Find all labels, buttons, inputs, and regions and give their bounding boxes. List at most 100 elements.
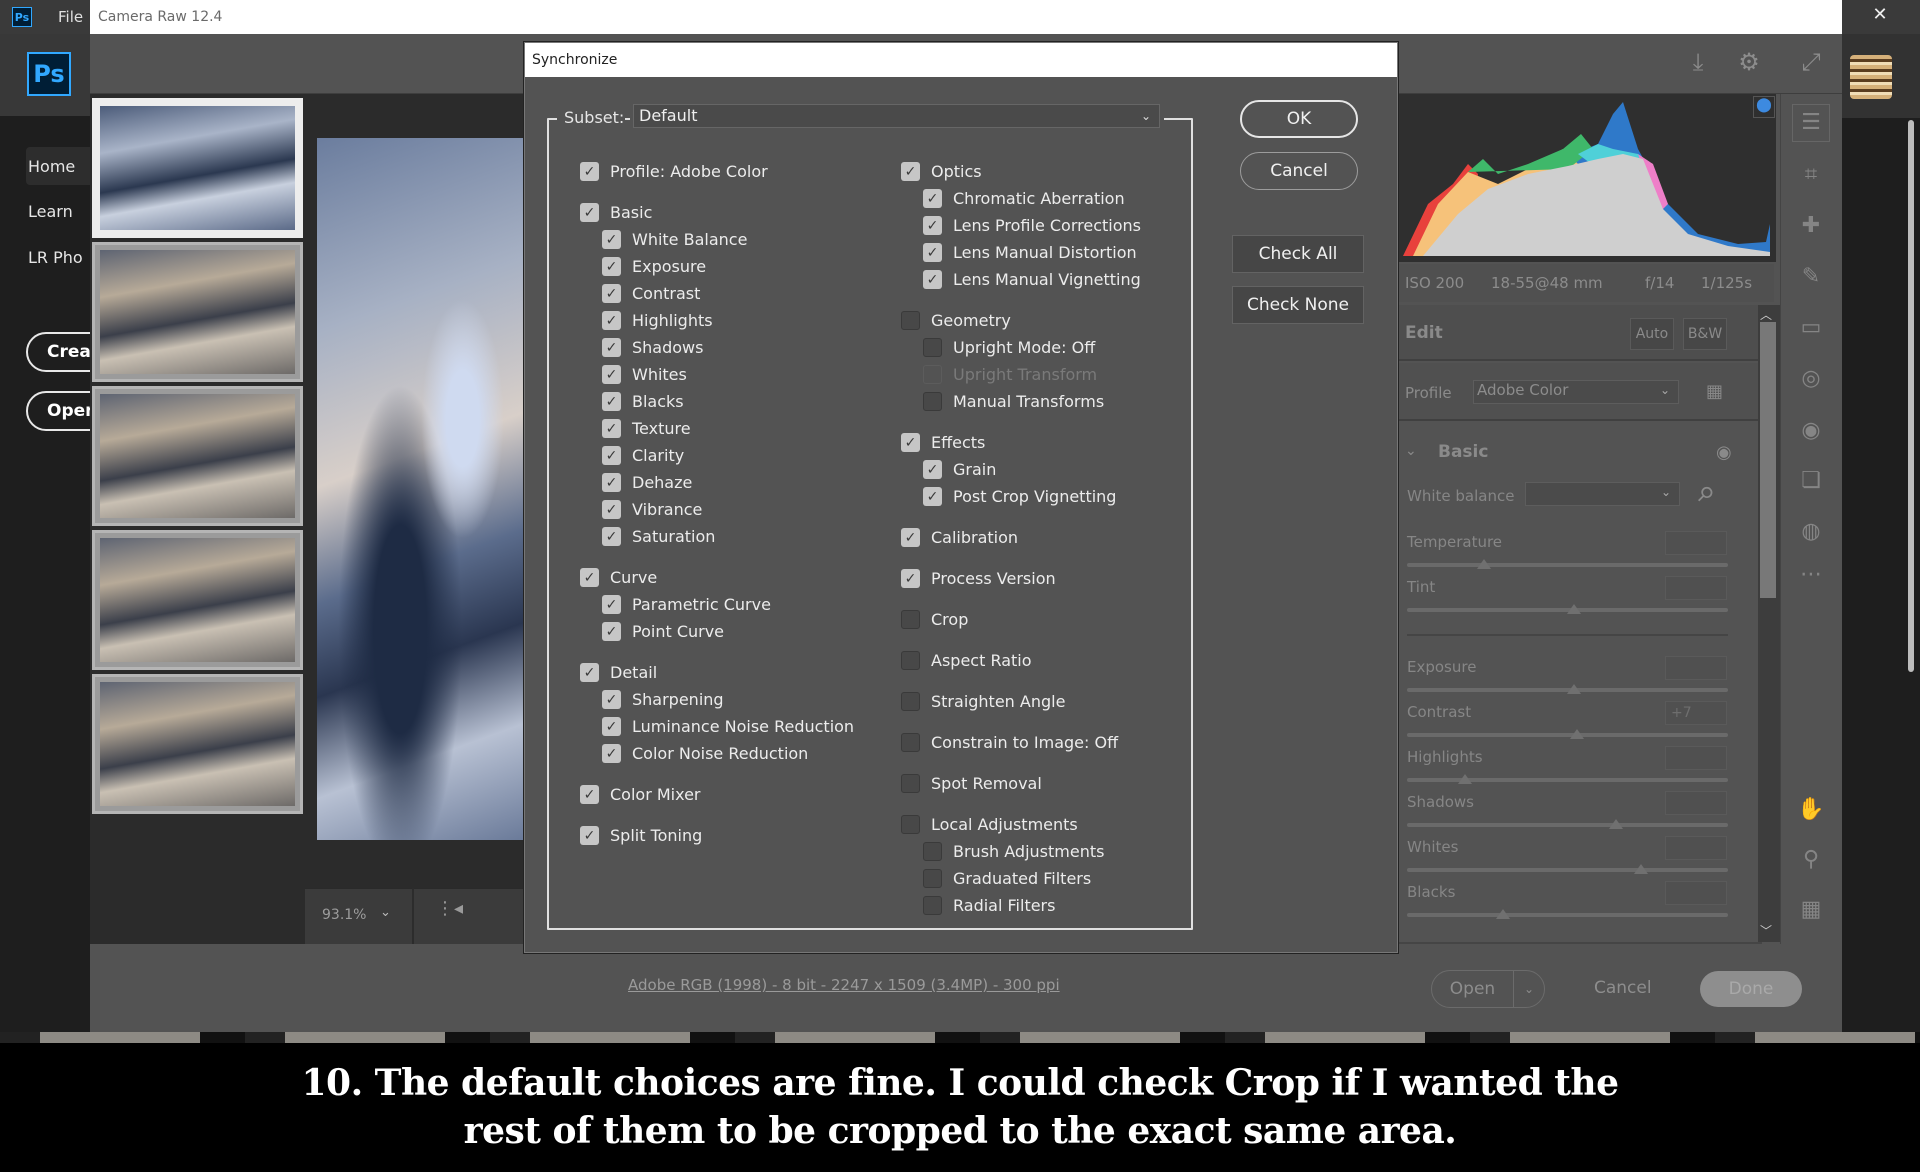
slider-thumb[interactable] <box>1566 684 1581 694</box>
slider-track[interactable] <box>1407 868 1728 872</box>
sync-checkbox[interactable]: ✓ Lens Manual Vignetting <box>923 270 1141 289</box>
checkbox-empty[interactable] <box>923 392 942 411</box>
checkbox-empty[interactable] <box>901 610 920 629</box>
checkmark-icon[interactable]: ✓ <box>602 311 621 330</box>
slider-thumb[interactable] <box>1496 909 1511 919</box>
ok-button[interactable]: OK <box>1240 100 1358 138</box>
sync-checkbox[interactable]: ✓ Parametric Curve <box>602 595 771 614</box>
sync-checkbox[interactable]: ✓ Lens Profile Corrections <box>923 216 1141 235</box>
slider-value-field[interactable] <box>1665 576 1727 600</box>
sync-checkbox[interactable]: ✓ Detail <box>580 663 657 682</box>
subset-select[interactable]: Default ⌄ <box>633 104 1160 128</box>
filmstrip-thumbnail[interactable] <box>92 530 303 670</box>
dialog-cancel-button[interactable]: Cancel <box>1240 152 1358 190</box>
sync-checkbox[interactable]: ✓ Vibrance <box>602 500 702 519</box>
checkbox-empty[interactable] <box>923 842 942 861</box>
check-all-button[interactable]: Check All <box>1232 235 1364 273</box>
white-balance-select[interactable]: ⌄ <box>1525 482 1680 506</box>
sync-checkbox[interactable]: ✓ Calibration <box>901 528 1018 547</box>
checkmark-icon[interactable]: ✓ <box>580 785 599 804</box>
eye-icon[interactable]: ◉ <box>1716 442 1732 463</box>
sync-checkbox[interactable]: ✓ Dehaze <box>602 473 692 492</box>
brush-icon[interactable]: ✎ <box>1794 260 1828 294</box>
slider-value-field[interactable] <box>1665 531 1727 555</box>
sync-checkbox[interactable]: ✓ Shadows <box>602 338 703 357</box>
sync-checkbox[interactable]: ✓ Effects <box>901 433 985 452</box>
filmstrip-thumbnail[interactable] <box>92 386 303 526</box>
slider-value-field[interactable] <box>1665 791 1727 815</box>
sync-checkbox[interactable]: ✓ Split Toning <box>580 826 702 845</box>
sync-checkbox[interactable]: Radial Filters <box>923 896 1055 915</box>
profile-browser-icon[interactable]: ▦ <box>1706 381 1730 405</box>
slider-track[interactable] <box>1407 733 1728 737</box>
checkmark-icon[interactable]: ✓ <box>901 162 920 181</box>
checkmark-icon[interactable]: ✓ <box>602 257 621 276</box>
sync-checkbox[interactable]: Manual Transforms <box>923 392 1104 411</box>
slider-track[interactable] <box>1407 563 1728 567</box>
basic-section-title[interactable]: Basic <box>1438 442 1488 462</box>
hand-icon[interactable]: ✋ <box>1794 793 1828 827</box>
close-window-button[interactable]: ✕ <box>1860 4 1900 30</box>
filmstrip-thumbnail[interactable] <box>92 98 303 238</box>
checkmark-icon[interactable]: ✓ <box>580 568 599 587</box>
checkmark-icon[interactable]: ✓ <box>602 338 621 357</box>
sync-checkbox[interactable]: ✓ Clarity <box>602 446 684 465</box>
checkmark-icon[interactable]: ✓ <box>602 230 621 249</box>
nav-learn[interactable]: Learn <box>28 202 73 221</box>
more-icon[interactable]: ⋯ <box>1794 558 1828 592</box>
checkmark-icon[interactable]: ✓ <box>580 826 599 845</box>
checkbox-empty[interactable] <box>901 815 920 834</box>
slider-track[interactable] <box>1407 823 1728 827</box>
done-button[interactable]: Done <box>1700 971 1802 1007</box>
preview-image[interactable] <box>317 138 525 840</box>
bw-button[interactable]: B&W <box>1683 318 1727 350</box>
sync-checkbox[interactable]: ✓ Chromatic Aberration <box>923 189 1125 208</box>
checkmark-icon[interactable]: ✓ <box>602 595 621 614</box>
checkmark-icon[interactable]: ✓ <box>602 744 621 763</box>
checkbox-empty[interactable] <box>923 869 942 888</box>
fullscreen-icon[interactable]: ⤢ <box>1795 48 1827 80</box>
checkmark-icon[interactable]: ✓ <box>901 433 920 452</box>
slider-thumb[interactable] <box>1566 604 1581 614</box>
sync-checkbox[interactable]: ✓ Highlights <box>602 311 713 330</box>
checkmark-icon[interactable]: ✓ <box>580 162 599 181</box>
crop-icon[interactable]: ⌗ <box>1794 158 1828 192</box>
checkmark-icon[interactable]: ✓ <box>602 446 621 465</box>
sync-checkbox[interactable]: ✓ Whites <box>602 365 687 384</box>
clipping-warning-icon[interactable]: ⬤ <box>1753 96 1775 118</box>
checkbox-empty[interactable] <box>901 774 920 793</box>
filmstrip-thumbnail[interactable] <box>92 674 303 814</box>
slider-thumb[interactable] <box>1608 819 1623 829</box>
slider-thumb[interactable] <box>1457 774 1472 784</box>
workflow-options-link[interactable]: Adobe RGB (1998) - 8 bit - 2247 x 1509 (… <box>628 976 1060 994</box>
sync-checkbox[interactable]: Geometry <box>901 311 1011 330</box>
checkmark-icon[interactable]: ✓ <box>923 487 942 506</box>
open-image-button[interactable]: Open ⌄ <box>1431 970 1545 1008</box>
sync-checkbox[interactable]: ✓ Basic <box>580 203 652 222</box>
healing-icon[interactable]: ✚ <box>1794 209 1828 243</box>
slider-track[interactable] <box>1407 778 1728 782</box>
sync-checkbox[interactable]: Straighten Angle <box>901 692 1065 711</box>
checkmark-icon[interactable]: ✓ <box>580 663 599 682</box>
slider-value-field[interactable]: +7 <box>1665 701 1727 725</box>
checkbox-empty[interactable] <box>901 651 920 670</box>
grid-icon[interactable]: ▦ <box>1794 893 1828 927</box>
slider-value-field[interactable] <box>1665 836 1727 860</box>
zoom-level[interactable]: 93.1% <box>322 907 366 923</box>
sync-checkbox[interactable]: Local Adjustments <box>901 815 1078 834</box>
sync-checkbox[interactable]: ✓ Profile: Adobe Color <box>580 162 768 181</box>
filmstrip-thumbnail[interactable] <box>92 242 303 382</box>
checkmark-icon[interactable]: ✓ <box>923 460 942 479</box>
auto-button[interactable]: Auto <box>1630 318 1674 350</box>
checkbox-empty[interactable] <box>901 692 920 711</box>
sync-checkbox[interactable]: ✓ Blacks <box>602 392 684 411</box>
sync-checkbox[interactable]: ✓ Process Version <box>901 569 1056 588</box>
sync-checkbox[interactable]: Brush Adjustments <box>923 842 1104 861</box>
sync-checkbox[interactable]: Spot Removal <box>901 774 1042 793</box>
slider-thumb[interactable] <box>1477 559 1492 569</box>
sync-checkbox[interactable]: Graduated Filters <box>923 869 1091 888</box>
profile-select[interactable]: Adobe Color ⌄ <box>1473 380 1679 404</box>
checkmark-icon[interactable]: ✓ <box>602 365 621 384</box>
checkmark-icon[interactable]: ✓ <box>602 419 621 438</box>
nav-lr-photos[interactable]: LR Pho <box>28 248 83 267</box>
